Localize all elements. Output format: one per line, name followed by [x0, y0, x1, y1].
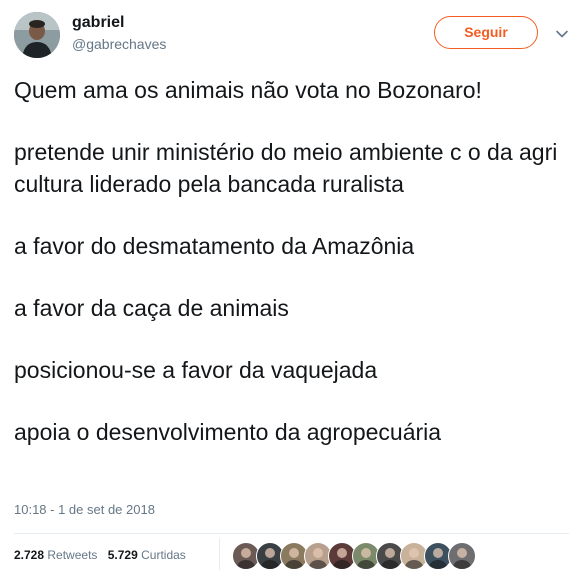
- retweets-label: Retweets: [47, 548, 98, 562]
- tweet-header: gabriel @gabrechaves Seguir: [14, 12, 569, 62]
- avatar[interactable]: [14, 12, 60, 58]
- avatar-image: [14, 12, 60, 58]
- chevron-down-icon[interactable]: [554, 26, 570, 42]
- tweet-line: a favor do desmatamento da Amazônia: [14, 233, 415, 259]
- likes-label: Curtidas: [141, 548, 186, 562]
- tweet-line: posicionou-se a favor da vaquejada: [14, 357, 378, 383]
- stats-divider: [219, 538, 220, 570]
- tweet-line: a favor da caça de animais: [14, 295, 289, 321]
- tweet-text: Quem ama os animais não vota no Bozonaro…: [14, 74, 574, 478]
- follow-button[interactable]: Seguir: [434, 16, 538, 49]
- user-name[interactable]: gabriel: [72, 14, 124, 32]
- tweet-card: gabriel @gabrechaves Seguir Quem ama os …: [0, 0, 583, 577]
- retweets-count: 2.728: [14, 548, 45, 562]
- tweet-stats: 2.728 Retweets 5.729 Curtidas: [14, 548, 193, 562]
- tweet-timestamp[interactable]: 10:18 - 1 de set de 2018: [14, 502, 155, 517]
- likes-stat[interactable]: 5.729 Curtidas: [108, 548, 186, 562]
- likes-count: 5.729: [107, 548, 138, 562]
- tweet-line: Quem ama os animais não vota no Bozonaro…: [14, 77, 482, 103]
- liker-avatar-10[interactable]: [448, 542, 476, 570]
- retweets-stat[interactable]: 2.728 Retweets: [14, 548, 97, 562]
- tweet-line: pretende unir ministério do meio ambient…: [14, 139, 558, 197]
- user-handle[interactable]: @gabrechaves: [72, 36, 166, 52]
- tweet-line: apoia o desenvolvimento da agropecuária: [14, 419, 442, 445]
- divider: [14, 533, 569, 534]
